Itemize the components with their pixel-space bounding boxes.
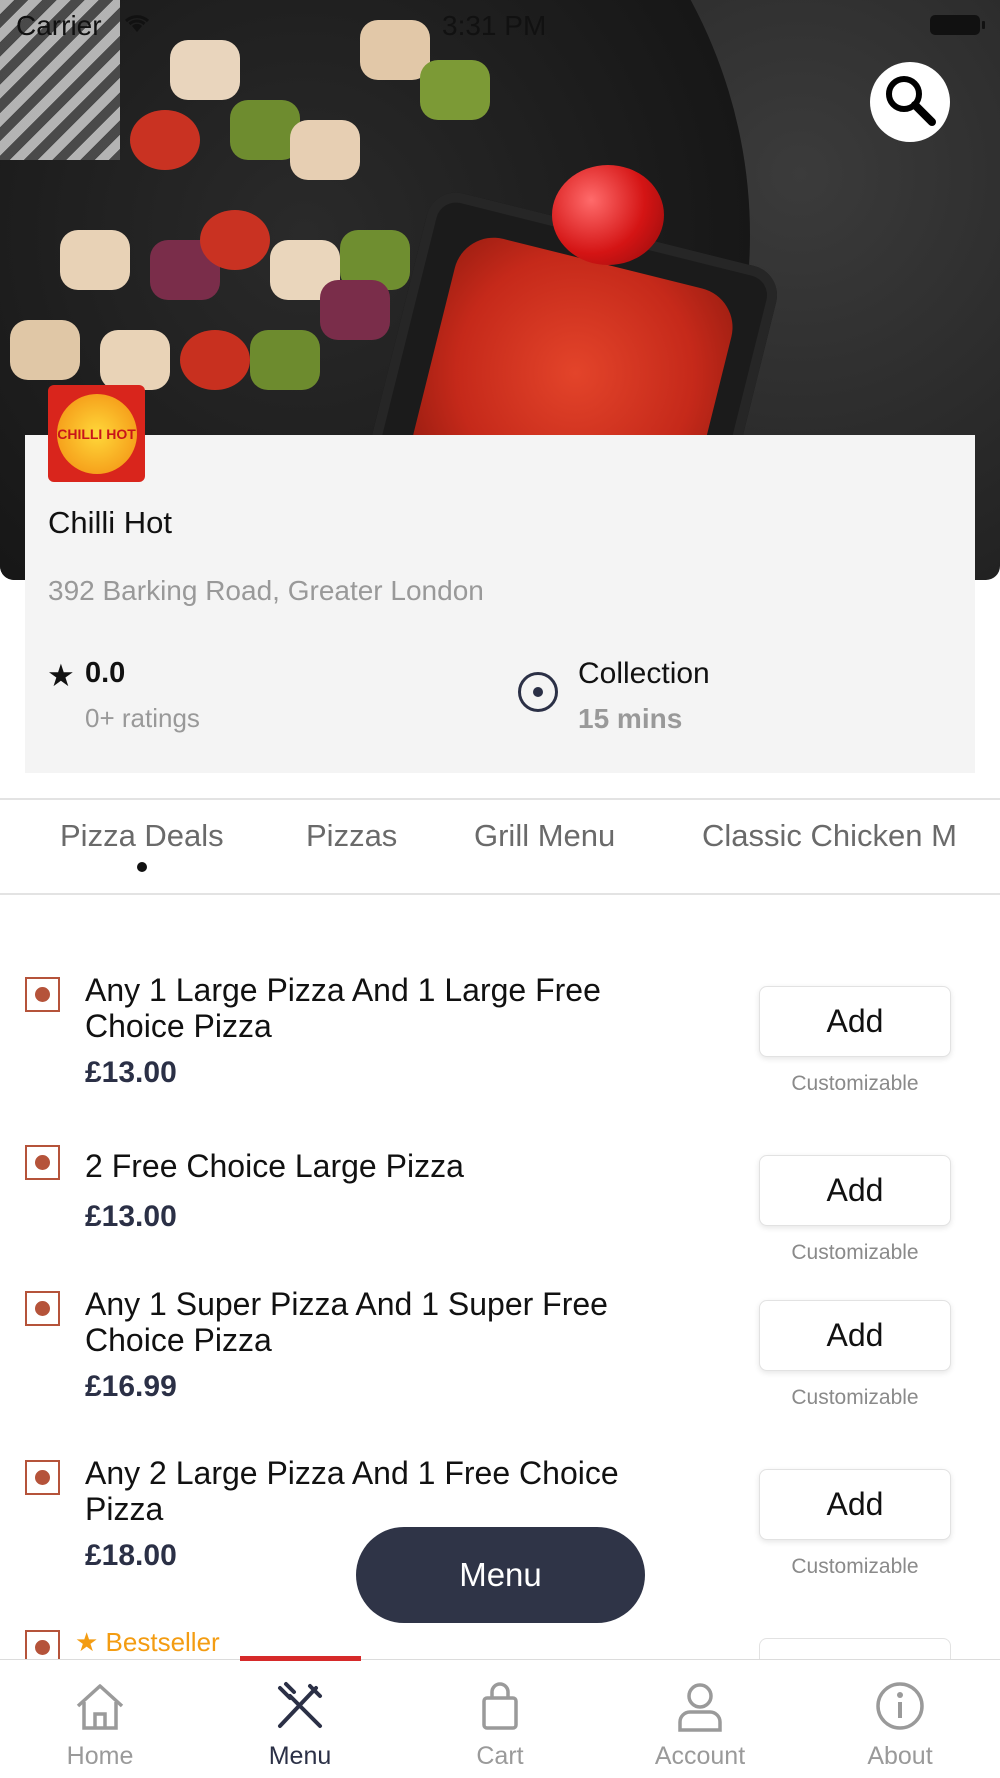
category-tabs: Pizza Deals Pizzas Grill Menu Classic Ch… xyxy=(0,798,1000,895)
nav-home[interactable]: Home xyxy=(0,1660,200,1778)
info-icon xyxy=(872,1678,928,1734)
bestseller-tag: ★ Bestseller xyxy=(75,1627,220,1658)
menu-icon xyxy=(272,1678,328,1734)
customizable-label: Customizable xyxy=(791,1386,919,1409)
add-button[interactable]: Add xyxy=(759,1155,951,1226)
food-chunk xyxy=(180,330,250,390)
account-icon xyxy=(672,1678,728,1734)
logo-badge: CHILLI HOT xyxy=(56,393,137,474)
food-chunk xyxy=(320,280,390,340)
food-chunk xyxy=(60,230,130,290)
nav-account[interactable]: Account xyxy=(600,1660,800,1778)
item-name: 2 Free Choice Large Pizza xyxy=(85,1148,464,1184)
customizable-label: Customizable xyxy=(791,1555,919,1578)
collection-time: 15 mins xyxy=(578,703,683,734)
tab-pizza-deals[interactable]: Pizza Deals xyxy=(60,818,224,854)
customizable-label: Customizable xyxy=(791,1072,919,1095)
add-button[interactable]: Add xyxy=(759,1469,951,1540)
add-button[interactable]: Add xyxy=(759,986,951,1057)
collection-label: Collection xyxy=(578,657,710,690)
tab-classic-chicken[interactable]: Classic Chicken M xyxy=(702,818,957,854)
bottom-navigation: Home Menu Cart Account About xyxy=(0,1656,1000,1778)
search-button[interactable] xyxy=(870,62,950,142)
cart-icon xyxy=(472,1678,528,1734)
nav-cart[interactable]: Cart xyxy=(400,1660,600,1778)
nav-label: Home xyxy=(66,1742,134,1770)
food-chunk xyxy=(290,120,360,180)
active-tab-indicator xyxy=(137,862,147,872)
item-price: £13.00 xyxy=(85,1200,177,1233)
nav-label: Account xyxy=(654,1742,746,1770)
carrier-label: Carrier xyxy=(16,10,102,41)
nav-menu[interactable]: Menu xyxy=(200,1660,400,1778)
item-price: £13.00 xyxy=(85,1056,177,1089)
food-chunk xyxy=(130,110,200,170)
food-chunk xyxy=(420,60,490,120)
home-icon xyxy=(72,1678,128,1734)
clock-label: 3:31 PM xyxy=(442,10,547,41)
restaurant-logo: CHILLI HOT xyxy=(48,385,145,482)
logo-text: CHILLI HOT xyxy=(57,425,136,442)
restaurant-name: Chilli Hot xyxy=(48,505,173,540)
search-icon xyxy=(882,72,938,133)
food-type-marker xyxy=(25,1291,60,1326)
food-type-marker xyxy=(25,1145,60,1180)
item-name: Any 2 Large Pizza And 1 Free Choice Pizz… xyxy=(85,1455,619,1527)
item-name: Any 1 Large Pizza And 1 Large Free Choic… xyxy=(85,972,601,1044)
tomato-graphic xyxy=(552,165,664,265)
restaurant-address: 392 Barking Road, Greater London xyxy=(48,575,484,606)
nav-label: Cart xyxy=(476,1742,524,1770)
tab-pizzas[interactable]: Pizzas xyxy=(306,818,397,854)
food-chunk xyxy=(100,330,170,390)
customizable-label: Customizable xyxy=(791,1241,919,1264)
item-price: £16.99 xyxy=(85,1370,177,1403)
menu-floating-button[interactable]: Menu xyxy=(356,1527,645,1623)
star-icon: ★ xyxy=(75,1627,106,1657)
nav-about[interactable]: About xyxy=(800,1660,1000,1778)
star-icon: ★ xyxy=(47,658,75,693)
wifi-icon xyxy=(122,12,152,41)
item-name: Any 1 Super Pizza And 1 Super Free Choic… xyxy=(85,1286,608,1358)
food-type-marker xyxy=(25,977,60,1012)
food-chunk xyxy=(200,210,270,270)
status-bar: Carrier 3:31 PM xyxy=(0,0,1000,50)
battery-icon xyxy=(930,15,985,35)
collection-radio-icon[interactable] xyxy=(518,672,558,712)
nav-label: Menu xyxy=(268,1742,332,1770)
food-chunk xyxy=(10,320,80,380)
item-price: £18.00 xyxy=(85,1539,177,1572)
nav-label: About xyxy=(867,1742,933,1770)
add-button[interactable]: Add xyxy=(759,1300,951,1371)
rating-count: 0+ ratings xyxy=(85,703,200,733)
bestseller-label: Bestseller xyxy=(105,1627,220,1657)
food-chunk xyxy=(250,330,320,390)
tab-grill-menu[interactable]: Grill Menu xyxy=(474,818,615,854)
food-type-marker xyxy=(25,1460,60,1495)
rating-value: 0.0 xyxy=(85,657,126,689)
